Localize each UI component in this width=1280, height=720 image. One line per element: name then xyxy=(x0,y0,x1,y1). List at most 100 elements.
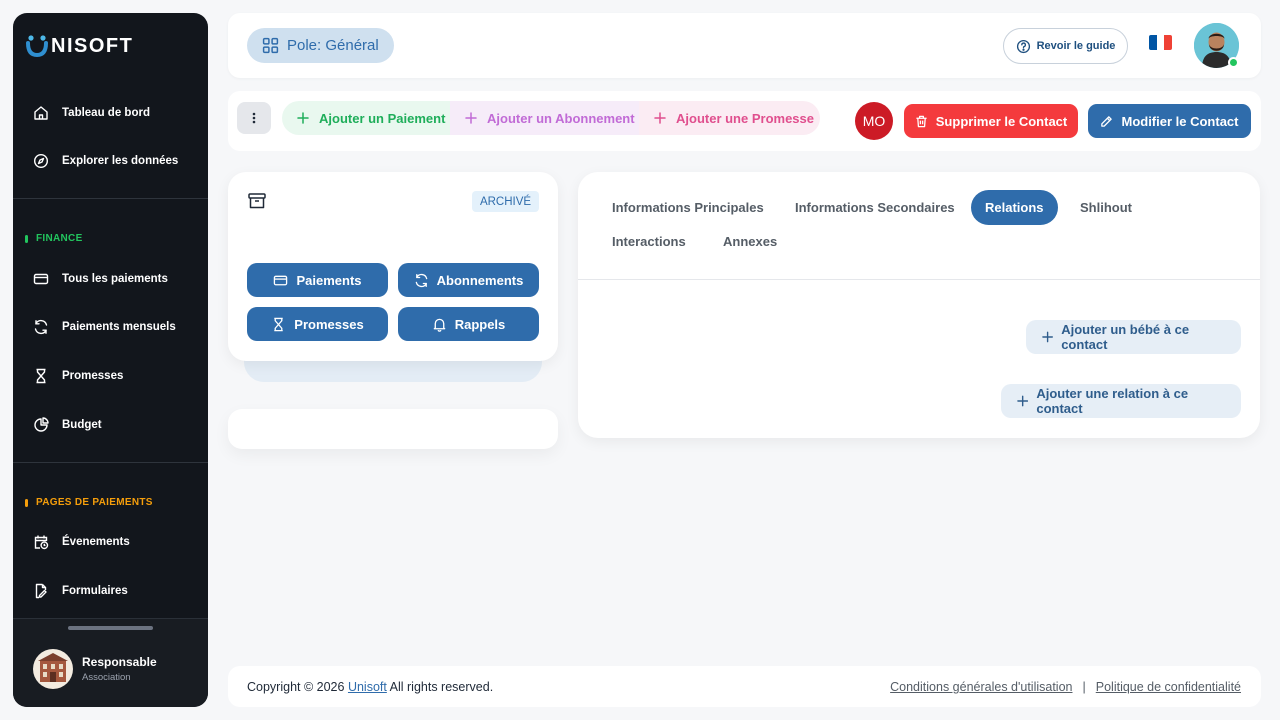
section-finance: FINANCE xyxy=(25,233,83,244)
online-status-indicator xyxy=(1228,57,1239,68)
calendar-clock-icon xyxy=(34,535,49,550)
sidebar-item-explore[interactable]: Explorer les données xyxy=(33,149,178,173)
payments-button[interactable]: Paiements xyxy=(247,263,388,297)
tab-shlihout[interactable]: Shlihout xyxy=(1066,190,1146,225)
user-name: Responsable xyxy=(82,655,157,669)
sidebar-item-label: Formulaires xyxy=(62,585,128,597)
guide-label: Revoir le guide xyxy=(1036,40,1116,52)
reminders-label: Rappels xyxy=(454,316,506,332)
status-badge: ARCHIVÉ xyxy=(472,191,539,212)
tab-interactions[interactable]: Interactions xyxy=(598,224,700,259)
company-link[interactable]: Unisoft xyxy=(348,680,387,694)
sidebar-item-events[interactable]: Évenements xyxy=(33,530,130,554)
trash-icon xyxy=(916,115,927,127)
terms-link[interactable]: Conditions générales d'utilisation xyxy=(890,680,1072,694)
sidebar: NISOFT Tableau de bord Explorer les donn… xyxy=(13,13,208,707)
tab-main-info[interactable]: Informations Principales xyxy=(598,190,778,225)
add-relation-label: Ajouter une relation à ce contact xyxy=(1036,386,1189,416)
bell-icon xyxy=(433,318,446,332)
edit-contact-button[interactable]: Modifier le Contact xyxy=(1088,104,1251,138)
tab-annexes[interactable]: Annexes xyxy=(709,224,791,259)
hourglass-icon xyxy=(36,368,46,384)
section-payment-pages: PAGES DE PAIEMENTS xyxy=(25,497,153,508)
sidebar-divider xyxy=(13,462,208,463)
add-subscription-label: Ajouter un Abonnement xyxy=(487,110,635,126)
contact-initials-avatar: MO xyxy=(855,102,893,140)
tabs-divider xyxy=(578,279,1260,280)
add-relation-button[interactable]: Ajouter une relation à ce contact xyxy=(1001,384,1241,418)
sidebar-item-monthly-payments[interactable]: Paiements mensuels xyxy=(33,315,176,339)
sidebar-item-label: Évenements xyxy=(62,536,130,548)
pole-label: Pole: Général xyxy=(287,37,379,54)
subscriptions-label: Abonnements xyxy=(436,272,524,288)
delete-contact-label: Supprimer le Contact xyxy=(935,113,1068,129)
contact-action-bar: Ajouter un Paiement Ajouter un Abonnemen… xyxy=(228,91,1261,151)
pole-selector-button[interactable]: Pole: Général xyxy=(247,28,394,63)
user-role: Association xyxy=(82,672,131,683)
plus-icon xyxy=(654,112,666,124)
building-icon xyxy=(38,653,68,682)
sidebar-item-label: Paiements mensuels xyxy=(62,321,176,333)
add-baby-button[interactable]: Ajouter un bébé à ce contact xyxy=(1026,320,1241,354)
tab-secondary-info[interactable]: Informations Secondaires xyxy=(781,190,969,225)
pencil-icon xyxy=(1101,115,1113,127)
sidebar-item-label: Tous les paiements xyxy=(62,273,168,285)
unisoft-logo-icon xyxy=(26,35,48,58)
reminders-button[interactable]: Rappels xyxy=(398,307,539,341)
privacy-link[interactable]: Politique de confidentialité xyxy=(1096,680,1241,694)
contact-summary-card: ARCHIVÉ Paiements Abonnements Promesses … xyxy=(228,172,558,361)
plus-icon xyxy=(1042,331,1053,343)
compass-icon xyxy=(33,153,49,169)
guide-button[interactable]: Revoir le guide xyxy=(1003,28,1128,64)
avatar xyxy=(33,649,73,689)
sidebar-item-label: Promesses xyxy=(62,370,124,382)
copyright: Copyright © 2026 Unisoft All rights rese… xyxy=(247,680,493,694)
sidebar-item-all-payments[interactable]: Tous les paiements xyxy=(33,267,168,291)
sidebar-item-dashboard[interactable]: Tableau de bord xyxy=(33,101,150,125)
sidebar-scrollbar[interactable] xyxy=(68,626,153,630)
section-marker xyxy=(25,498,28,507)
delete-contact-button[interactable]: Supprimer le Contact xyxy=(904,104,1078,138)
file-edit-icon xyxy=(35,583,47,599)
sidebar-item-forms[interactable]: Formulaires xyxy=(33,579,128,603)
grid-icon xyxy=(262,37,279,54)
credit-card-icon xyxy=(274,275,288,285)
contact-details-card: Informations Principales Informations Se… xyxy=(578,172,1260,438)
sidebar-item-promises[interactable]: Promesses xyxy=(33,364,123,388)
more-options-button[interactable] xyxy=(237,102,271,134)
promises-button[interactable]: Promesses xyxy=(247,307,388,341)
copyright-suffix: All rights reserved. xyxy=(389,680,494,694)
pie-chart-icon xyxy=(34,417,49,432)
section-title: FINANCE xyxy=(36,233,83,244)
sidebar-item-label: Budget xyxy=(62,419,102,431)
subscriptions-button[interactable]: Abonnements xyxy=(398,263,539,297)
payments-label: Paiements xyxy=(296,272,362,288)
add-promise-button[interactable]: Ajouter une Promesse xyxy=(639,101,820,135)
header: Pole: Général Revoir le guide xyxy=(228,13,1261,78)
footer: Copyright © 2026 Unisoft All rights rese… xyxy=(228,666,1261,707)
brand-name: NISOFT xyxy=(51,34,134,57)
sidebar-user[interactable]: Responsable Association xyxy=(13,618,208,707)
add-promise-label: Ajouter une Promesse xyxy=(676,110,814,126)
sidebar-item-label: Tableau de bord xyxy=(62,107,150,119)
sidebar-item-label: Explorer les données xyxy=(62,155,179,167)
add-baby-label: Ajouter un bébé à ce contact xyxy=(1061,322,1190,352)
sidebar-item-budget[interactable]: Budget xyxy=(33,413,102,437)
copyright-prefix: Copyright © 2026 xyxy=(247,680,345,694)
plus-icon xyxy=(1017,395,1029,407)
hourglass-icon xyxy=(274,317,284,331)
add-subscription-button[interactable]: Ajouter un Abonnement xyxy=(450,101,639,135)
plus-icon xyxy=(465,112,477,124)
refresh-icon xyxy=(415,273,427,287)
flag-fr-icon[interactable] xyxy=(1149,35,1172,50)
footer-links: Conditions générales d'utilisation | Pol… xyxy=(890,680,1241,694)
add-payment-button[interactable]: Ajouter un Paiement xyxy=(282,101,450,135)
credit-card-icon xyxy=(33,273,49,285)
more-vertical-icon xyxy=(252,112,256,124)
logo[interactable]: NISOFT xyxy=(25,33,133,59)
tab-relations[interactable]: Relations xyxy=(971,190,1058,225)
edit-contact-label: Modifier le Contact xyxy=(1121,113,1239,129)
sidebar-divider xyxy=(13,198,208,199)
archive-icon xyxy=(248,193,266,209)
footer-separator: | xyxy=(1082,680,1086,694)
